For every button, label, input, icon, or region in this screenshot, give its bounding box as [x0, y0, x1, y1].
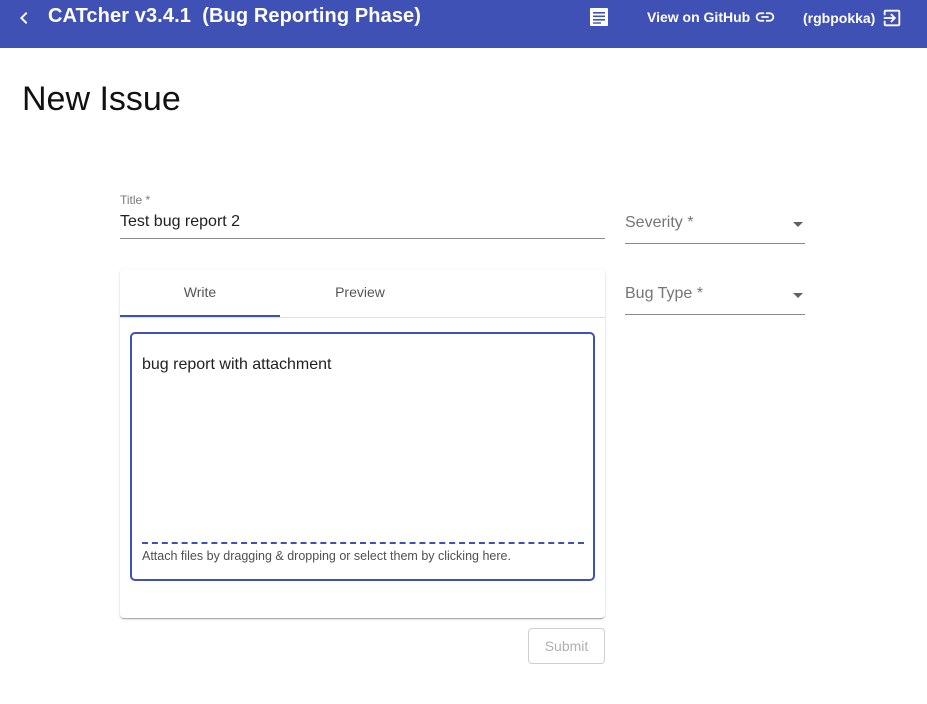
bug-type-label: Bug Type * [625, 285, 703, 302]
submit-button[interactable]: Submit [528, 628, 605, 664]
bug-type-dropdown-arrow-icon [793, 293, 803, 298]
title-underline [120, 238, 605, 239]
bug-type-underline [625, 314, 805, 315]
github-link-label: View on GitHub [647, 9, 751, 25]
title-field[interactable]: Title * [120, 192, 605, 240]
title-field-label: Title * [120, 193, 151, 207]
title-input[interactable] [120, 213, 605, 231]
bug-type-select[interactable]: Bug Type * [625, 285, 805, 315]
document-icon[interactable] [587, 5, 611, 29]
tab-write[interactable]: Write [120, 269, 280, 317]
severity-dropdown-arrow-icon [793, 222, 803, 227]
description-text: bug report with attachment [142, 356, 332, 373]
tab-preview[interactable]: Preview [280, 269, 440, 317]
chevron-left-icon[interactable] [12, 6, 36, 30]
severity-underline [625, 243, 805, 244]
attachment-divider [142, 542, 584, 544]
active-tab-indicator [120, 315, 280, 317]
description-card: Write Preview bug report with attachment… [120, 269, 605, 618]
view-on-github-link[interactable]: View on GitHub [647, 7, 776, 27]
severity-select[interactable]: Severity * [625, 214, 805, 244]
username-label: (rgbpokka) [803, 10, 876, 26]
logout-button[interactable]: (rgbpokka) [803, 7, 903, 29]
app-title: CATcher v3.4.1 (Bug Reporting Phase) [48, 5, 422, 27]
app-toolbar: CATcher v3.4.1 (Bug Reporting Phase) Vie… [0, 0, 927, 48]
link-icon [756, 12, 775, 22]
editor-tabs: Write Preview [120, 269, 605, 318]
description-textarea[interactable]: bug report with attachment Attach files … [130, 332, 595, 581]
logout-icon [884, 9, 901, 27]
attach-files-hint[interactable]: Attach files by dragging & dropping or s… [142, 549, 511, 563]
page-title: New Issue [22, 80, 181, 118]
severity-label: Severity * [625, 214, 694, 231]
